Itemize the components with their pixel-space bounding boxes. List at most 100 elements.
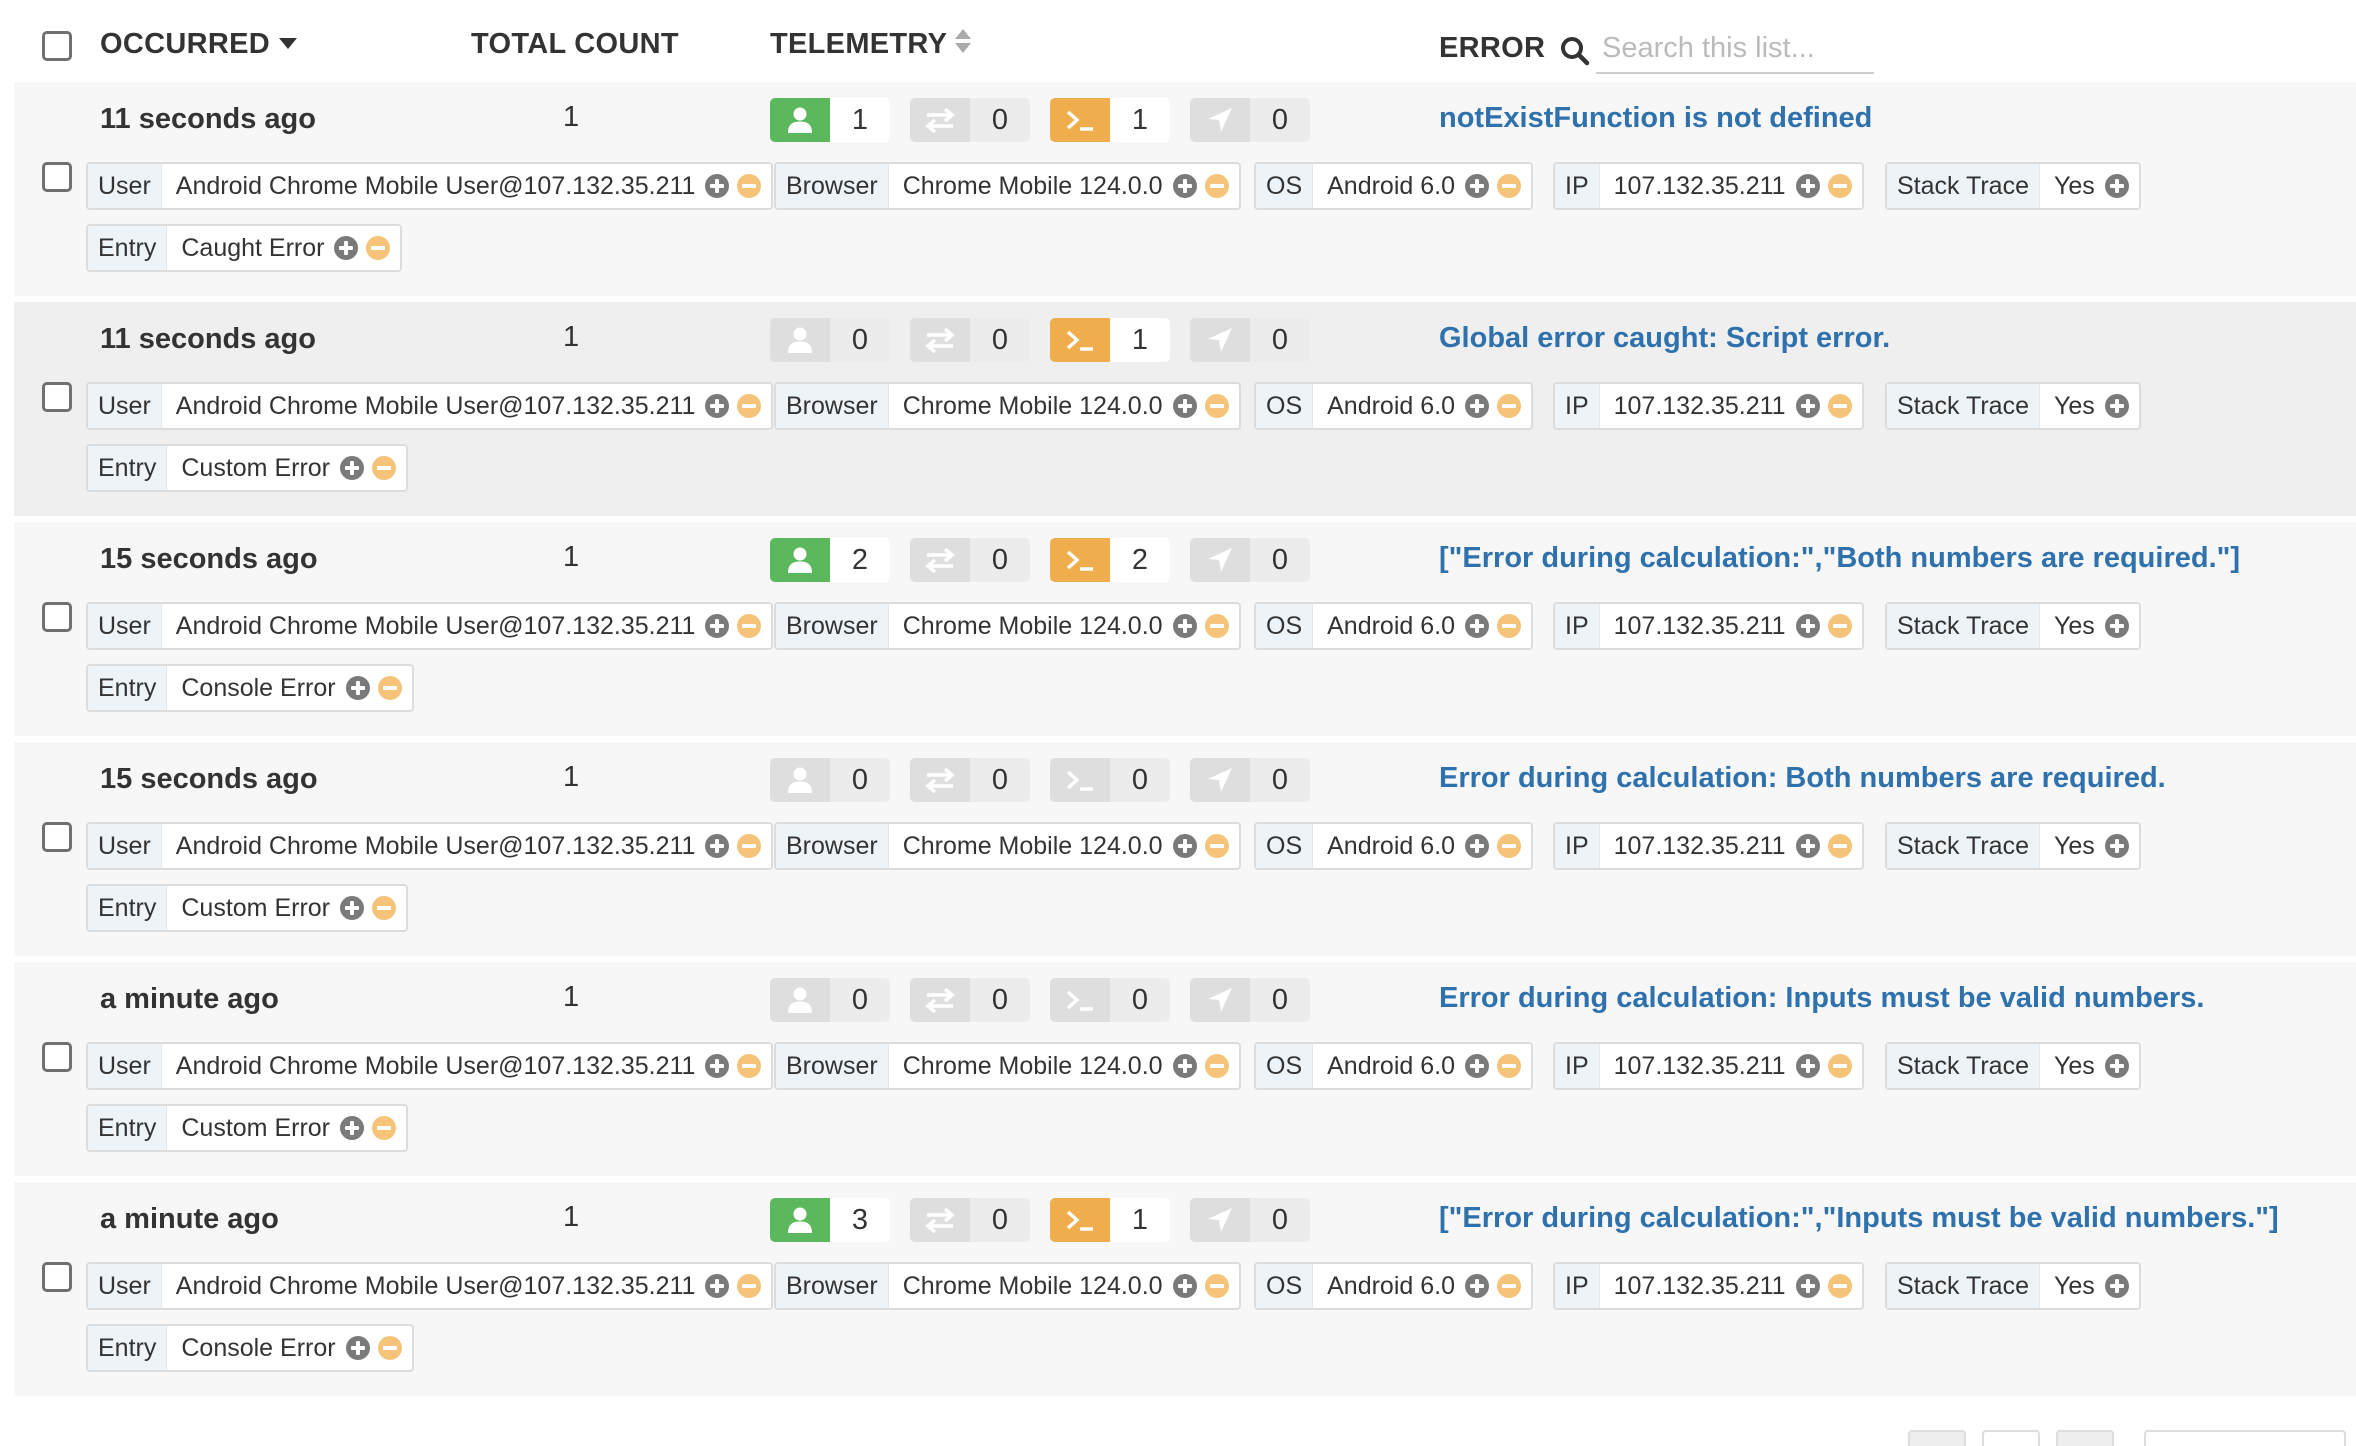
telemetry-user-badge[interactable]: 0 xyxy=(770,978,890,1022)
minus-circle-icon[interactable] xyxy=(737,174,762,198)
telemetry-network-badge[interactable]: 0 xyxy=(910,1198,1030,1242)
telemetry-navigation-badge[interactable]: 0 xyxy=(1190,758,1310,802)
occurred-column-header[interactable]: OCCURRED xyxy=(100,28,297,61)
telemetry-console-badge[interactable]: 0 xyxy=(1050,758,1170,802)
plus-circle-icon[interactable] xyxy=(340,1116,364,1140)
minus-circle-icon[interactable] xyxy=(1497,834,1521,858)
minus-circle-icon[interactable] xyxy=(372,456,396,480)
select-all-checkbox[interactable] xyxy=(42,31,72,61)
error-message-link[interactable]: Error during calculation: Both numbers a… xyxy=(1439,762,2166,795)
plus-circle-icon[interactable] xyxy=(1172,174,1197,198)
plus-circle-icon[interactable] xyxy=(705,1274,730,1298)
minus-circle-icon[interactable] xyxy=(1497,614,1521,638)
pagination-page-button[interactable] xyxy=(1982,1430,2040,1446)
plus-circle-icon[interactable] xyxy=(1465,614,1489,638)
telemetry-console-badge[interactable]: 1 xyxy=(1050,98,1170,142)
plus-circle-icon[interactable] xyxy=(1795,1054,1820,1078)
error-message-link[interactable]: ["Error during calculation:","Inputs mus… xyxy=(1439,1202,2279,1235)
telemetry-navigation-badge[interactable]: 0 xyxy=(1190,98,1310,142)
minus-circle-icon[interactable] xyxy=(737,834,762,858)
plus-circle-icon[interactable] xyxy=(345,676,370,700)
plus-circle-icon[interactable] xyxy=(334,236,359,260)
minus-circle-icon[interactable] xyxy=(1827,1054,1852,1078)
minus-circle-icon[interactable] xyxy=(1827,614,1852,638)
plus-circle-icon[interactable] xyxy=(705,834,730,858)
page-size-select[interactable] xyxy=(2144,1430,2346,1446)
plus-circle-icon[interactable] xyxy=(2104,614,2129,638)
plus-circle-icon[interactable] xyxy=(2104,394,2129,418)
telemetry-user-badge[interactable]: 3 xyxy=(770,1198,890,1242)
plus-circle-icon[interactable] xyxy=(1172,834,1197,858)
plus-circle-icon[interactable] xyxy=(1465,394,1489,418)
telemetry-network-badge[interactable]: 0 xyxy=(910,978,1030,1022)
minus-circle-icon[interactable] xyxy=(1204,394,1229,418)
minus-circle-icon[interactable] xyxy=(1827,834,1852,858)
telemetry-console-badge[interactable]: 2 xyxy=(1050,538,1170,582)
error-message-link[interactable]: Global error caught: Script error. xyxy=(1439,322,1890,355)
pagination-prev-button[interactable] xyxy=(1908,1430,1966,1446)
error-message-link[interactable]: ["Error during calculation:","Both numbe… xyxy=(1439,542,2240,575)
plus-circle-icon[interactable] xyxy=(705,174,730,198)
plus-circle-icon[interactable] xyxy=(1795,834,1820,858)
telemetry-user-badge[interactable]: 1 xyxy=(770,98,890,142)
plus-circle-icon[interactable] xyxy=(1795,1274,1820,1298)
telemetry-navigation-badge[interactable]: 0 xyxy=(1190,318,1310,362)
telemetry-navigation-badge[interactable]: 0 xyxy=(1190,1198,1310,1242)
minus-circle-icon[interactable] xyxy=(1497,174,1521,198)
plus-circle-icon[interactable] xyxy=(340,456,364,480)
telemetry-console-badge[interactable]: 1 xyxy=(1050,1198,1170,1242)
telemetry-user-badge[interactable]: 0 xyxy=(770,318,890,362)
plus-circle-icon[interactable] xyxy=(1465,174,1489,198)
error-message-link[interactable]: notExistFunction is not defined xyxy=(1439,102,1872,135)
search-input[interactable] xyxy=(1596,24,1874,74)
plus-circle-icon[interactable] xyxy=(1795,614,1820,638)
minus-circle-icon[interactable] xyxy=(1827,174,1852,198)
plus-circle-icon[interactable] xyxy=(1172,1274,1197,1298)
telemetry-network-badge[interactable]: 0 xyxy=(910,538,1030,582)
minus-circle-icon[interactable] xyxy=(737,614,762,638)
plus-circle-icon[interactable] xyxy=(1172,394,1197,418)
telemetry-network-badge[interactable]: 0 xyxy=(910,758,1030,802)
telemetry-user-badge[interactable]: 2 xyxy=(770,538,890,582)
minus-circle-icon[interactable] xyxy=(1204,1274,1229,1298)
plus-circle-icon[interactable] xyxy=(1465,1054,1489,1078)
search-icon[interactable] xyxy=(1560,36,1590,66)
plus-circle-icon[interactable] xyxy=(2104,174,2129,198)
row-checkbox[interactable] xyxy=(42,1042,72,1072)
row-checkbox[interactable] xyxy=(42,162,72,192)
row-checkbox[interactable] xyxy=(42,382,72,412)
minus-circle-icon[interactable] xyxy=(1204,1054,1229,1078)
minus-circle-icon[interactable] xyxy=(1827,394,1852,418)
plus-circle-icon[interactable] xyxy=(705,1054,730,1078)
plus-circle-icon[interactable] xyxy=(1795,174,1820,198)
row-checkbox[interactable] xyxy=(42,822,72,852)
telemetry-user-badge[interactable]: 0 xyxy=(770,758,890,802)
plus-circle-icon[interactable] xyxy=(1465,834,1489,858)
plus-circle-icon[interactable] xyxy=(705,394,730,418)
minus-circle-icon[interactable] xyxy=(377,1336,402,1360)
minus-circle-icon[interactable] xyxy=(1204,614,1229,638)
minus-circle-icon[interactable] xyxy=(1827,1274,1852,1298)
minus-circle-icon[interactable] xyxy=(737,1274,762,1298)
plus-circle-icon[interactable] xyxy=(345,1336,370,1360)
minus-circle-icon[interactable] xyxy=(372,1116,396,1140)
plus-circle-icon[interactable] xyxy=(1172,614,1197,638)
telemetry-network-badge[interactable]: 0 xyxy=(910,318,1030,362)
plus-circle-icon[interactable] xyxy=(340,896,364,920)
row-checkbox[interactable] xyxy=(42,602,72,632)
minus-circle-icon[interactable] xyxy=(737,394,762,418)
plus-circle-icon[interactable] xyxy=(2104,1054,2129,1078)
plus-circle-icon[interactable] xyxy=(1465,1274,1489,1298)
telemetry-navigation-badge[interactable]: 0 xyxy=(1190,978,1310,1022)
plus-circle-icon[interactable] xyxy=(2104,834,2129,858)
error-message-link[interactable]: Error during calculation: Inputs must be… xyxy=(1439,982,2204,1015)
pagination-next-button[interactable] xyxy=(2056,1430,2114,1446)
minus-circle-icon[interactable] xyxy=(1497,1054,1521,1078)
minus-circle-icon[interactable] xyxy=(1204,834,1229,858)
plus-circle-icon[interactable] xyxy=(1795,394,1820,418)
minus-circle-icon[interactable] xyxy=(372,896,396,920)
plus-circle-icon[interactable] xyxy=(1172,1054,1197,1078)
minus-circle-icon[interactable] xyxy=(1204,174,1229,198)
minus-circle-icon[interactable] xyxy=(737,1054,762,1078)
plus-circle-icon[interactable] xyxy=(705,614,730,638)
